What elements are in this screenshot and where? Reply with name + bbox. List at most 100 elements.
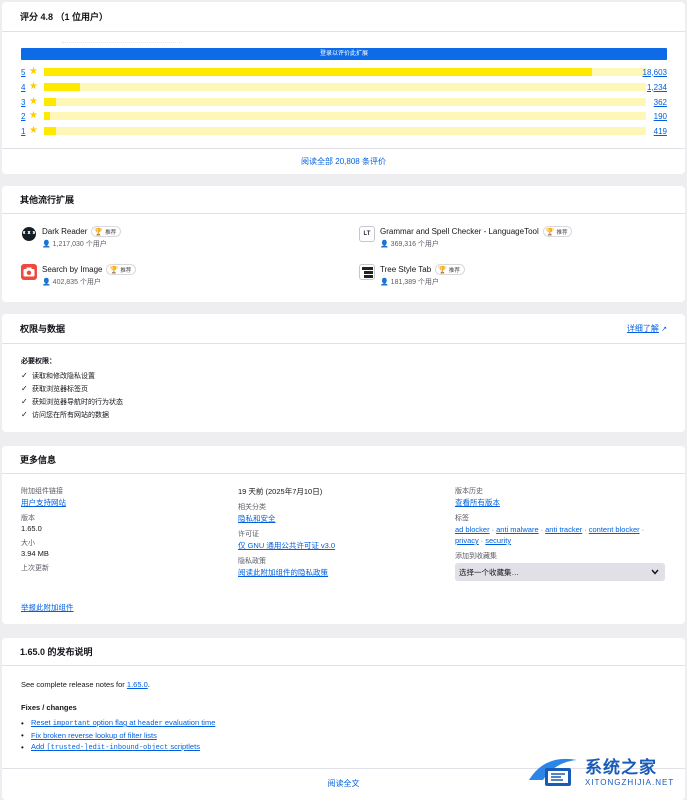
required-permissions-label: 必要权限： <box>21 358 56 365</box>
category-link[interactable]: 隐私和安全 <box>238 514 276 523</box>
chevron-down-icon <box>651 568 659 577</box>
star-icon: ★ <box>29 81 38 92</box>
ext-name[interactable]: Tree Style Tab <box>380 265 431 274</box>
report-addon-link[interactable]: 举报此附加组件 <box>21 602 74 613</box>
trophy-icon: 🏆 <box>438 266 447 274</box>
read-full-link[interactable]: 阅读全文 <box>328 779 360 788</box>
tag-link[interactable]: content blocker <box>589 525 640 534</box>
ext-name[interactable]: Dark Reader <box>42 227 87 236</box>
login-to-rate-button[interactable]: 登录以评价此扩展 <box>21 48 667 60</box>
watermark-en: XITONGZHIJIA.NET <box>585 778 675 787</box>
languagetool-icon: LT <box>359 226 375 242</box>
ext-users: 👤 1,217,030 个用户 <box>42 241 107 248</box>
rating-bar[interactable] <box>44 68 646 76</box>
rating-row[interactable]: 4 ★ 1,234 <box>21 81 671 93</box>
rating-bar[interactable] <box>44 127 646 135</box>
add-to-collection-label: 添加到收藏集 <box>455 553 497 560</box>
rating-bar-fill <box>44 98 57 106</box>
rating-star-number[interactable]: 2 <box>21 112 29 121</box>
rating-row[interactable]: 3 ★ 362 <box>21 96 671 108</box>
learn-more-link[interactable]: 详细了解 <box>627 324 659 333</box>
read-all-reviews-link[interactable]: 阅读全部 20,808 条评价 <box>301 157 386 166</box>
popular-header: 其他流行扩展 <box>2 186 685 214</box>
rating-count[interactable]: 18,603 <box>643 68 667 77</box>
permission-text: 获知浏览器导航时的行为状态 <box>32 398 123 406</box>
popular-ext-tree-style-tab[interactable]: Tree Style Tab 🏆 推荐 👤 181,389 个用户 <box>359 264 465 287</box>
popular-ext-languagetool[interactable]: LT Grammar and Spell Checker - LanguageT… <box>359 226 573 249</box>
star-icon: ★ <box>29 96 38 107</box>
permission-text: 读取和修改隐私设置 <box>32 372 95 380</box>
release-item-link[interactable]: Add [trusted-]edit-inbound-object script… <box>31 742 200 752</box>
ratings-card: 评分 4.8 （1 位用户） 登录以评价此扩展 5 ★ 18,603 4 ★ 1,234 3… <box>2 2 685 174</box>
ext-users-count: 1,217,030 个用户 <box>52 241 107 248</box>
rating-bar-fill <box>44 112 51 120</box>
release-item-link[interactable]: Fix broken reverse lookup of filter list… <box>31 731 157 740</box>
external-link-icon: ↗ <box>661 326 667 333</box>
permissions-card: 权限与数据 详细了解 ↗ 必要权限： ✓ 读取和修改隐私设置 ✓ 获取浏览器标签页 … <box>2 314 685 432</box>
ext-users: 👤 369,316 个用户 <box>380 241 439 248</box>
rating-row[interactable]: 5 ★ 18,603 <box>21 66 671 78</box>
fixes-heading: Fixes / changes <box>21 703 77 712</box>
recommended-badge: 🏆 推荐 <box>542 226 573 237</box>
rating-star-number[interactable]: 5 <box>21 68 29 77</box>
size-label: 大小 <box>21 540 35 547</box>
tag-link[interactable]: security <box>485 536 511 545</box>
rating-star-number[interactable]: 1 <box>21 127 29 136</box>
ext-users: 👤 181,389 个用户 <box>380 279 439 286</box>
license-link[interactable]: 仅 GNU 通用公共许可证 v3.0 <box>238 541 335 550</box>
popular-ext-search-by-image[interactable]: Search by Image 🏆 推荐 👤 402,835 个用户 <box>21 264 137 287</box>
release-item: • Reset important option flag at header … <box>21 717 215 729</box>
tag-link[interactable]: anti tracker <box>545 525 582 534</box>
badge-label: 推荐 <box>120 267 132 274</box>
version-history-label: 版本历史 <box>455 488 483 495</box>
watermark-logo-icon <box>525 750 581 790</box>
rating-count[interactable]: 1,234 <box>647 83 667 92</box>
ext-name[interactable]: Grammar and Spell Checker - LanguageTool <box>380 227 539 236</box>
site-watermark: 系统之家 XITONGZHIJIA.NET <box>525 744 683 796</box>
permissions-title: 权限与数据 <box>20 324 66 334</box>
ext-users-count: 369,316 个用户 <box>390 241 439 248</box>
permission-item: ✓ 获知浏览器导航时的行为状态 <box>21 395 123 408</box>
rating-bar[interactable] <box>44 112 646 120</box>
tag-link[interactable]: ad blocker <box>455 525 490 534</box>
release-title: 1.65.0 的发布说明 <box>20 647 93 657</box>
see-suffix: . <box>147 680 150 689</box>
ext-users: 👤 402,835 个用户 <box>42 279 101 286</box>
ratings-title: 评分 4.8 （1 位用户） <box>20 12 109 22</box>
more-info-title: 更多信息 <box>20 455 57 465</box>
camera-icon <box>21 264 37 280</box>
release-see-line: See complete release notes for 1.65.0. <box>21 680 215 689</box>
rating-count[interactable]: 362 <box>654 98 667 107</box>
release-body: See complete release notes for 1.65.0. F… <box>21 680 215 753</box>
rating-star-number[interactable]: 4 <box>21 83 29 92</box>
support-site-link[interactable]: 用户支持网站 <box>21 498 66 507</box>
badge-label: 推荐 <box>556 229 568 236</box>
popular-title: 其他流行扩展 <box>20 195 75 205</box>
dark-reader-icon <box>21 226 37 242</box>
rating-star-number[interactable]: 3 <box>21 98 29 107</box>
all-versions-link[interactable]: 查看所有版本 <box>455 498 500 507</box>
tag-list: ad blocker · anti malware · anti tracker · con… <box>455 525 645 545</box>
permission-list: 必要权限： ✓ 读取和修改隐私设置 ✓ 获取浏览器标签页 ✓ 获知浏览器导航时的行为状… <box>21 356 123 421</box>
rating-bar[interactable] <box>44 98 646 106</box>
see-prefix: See complete release notes for <box>21 680 127 689</box>
trophy-icon: 🏆 <box>94 228 104 236</box>
ext-name[interactable]: Search by Image <box>42 265 102 274</box>
learn-more[interactable]: 详细了解 ↗ <box>627 323 667 334</box>
release-notes-link[interactable]: 1.65.0 <box>127 680 148 689</box>
tag-link[interactable]: privacy <box>455 536 479 545</box>
rating-count[interactable]: 419 <box>654 127 667 136</box>
collection-select[interactable]: 选择一个收藏集… <box>455 563 665 581</box>
popular-ext-dark-reader[interactable]: Dark Reader 🏆 推荐 👤 1,217,030 个用户 <box>21 226 122 249</box>
tag-link[interactable]: anti malware <box>496 525 539 534</box>
rating-bar[interactable] <box>44 83 646 91</box>
size-value: 3.94 MB <box>21 549 49 558</box>
privacy-policy-link[interactable]: 阅读此附加组件的隐私政策 <box>238 568 328 577</box>
rating-row[interactable]: 1 ★ 419 <box>21 125 671 137</box>
release-item-link[interactable]: Reset important option flag at header ev… <box>31 718 215 728</box>
release-header: 1.65.0 的发布说明 <box>2 638 685 666</box>
recommended-badge: 🏆 推荐 <box>435 264 465 275</box>
rating-count[interactable]: 190 <box>654 112 667 121</box>
rating-row[interactable]: 2 ★ 190 <box>21 110 671 122</box>
rating-bar-fill <box>44 83 81 91</box>
